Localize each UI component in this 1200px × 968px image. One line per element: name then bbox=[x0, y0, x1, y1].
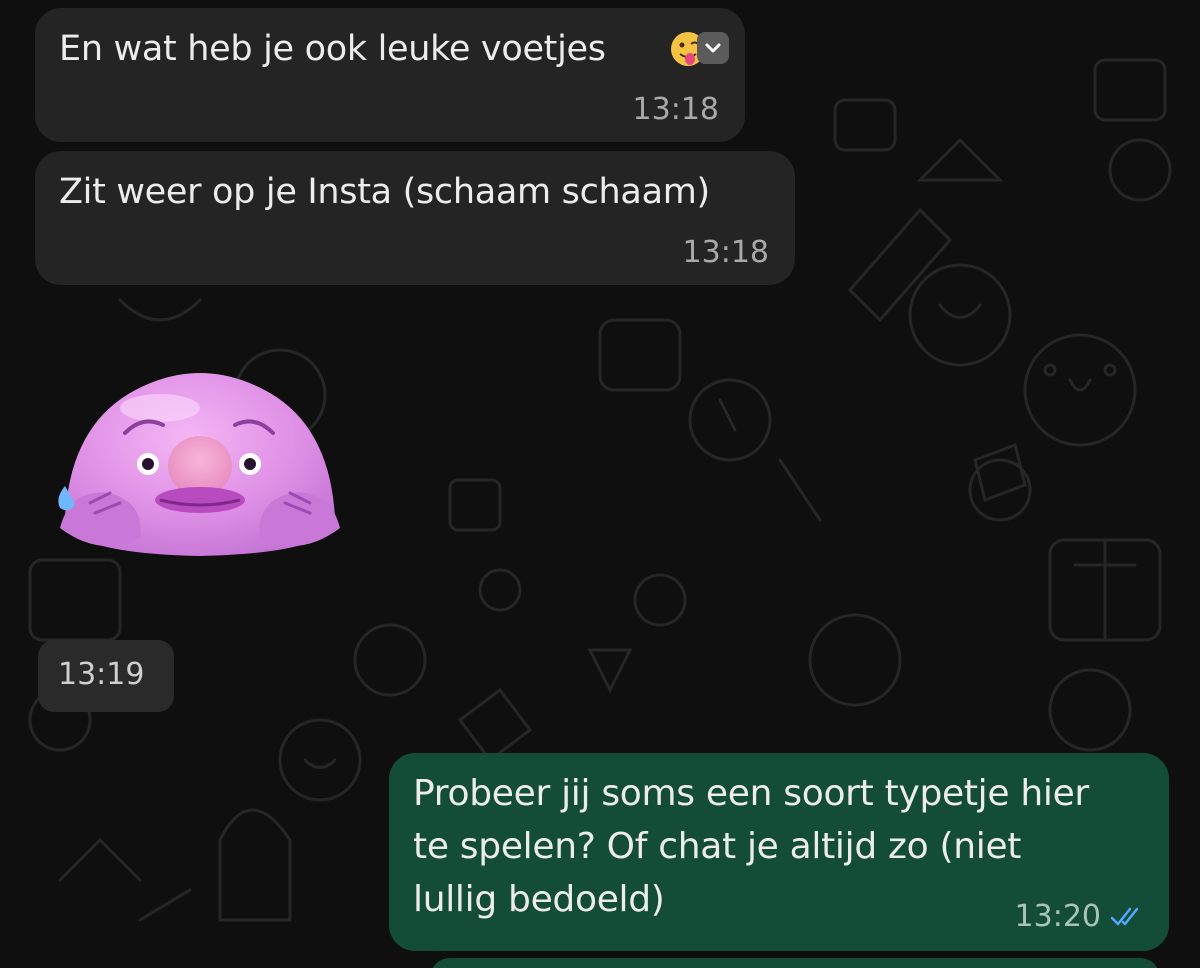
message-time: 13:19 bbox=[58, 657, 145, 692]
sticker-time-badge: 13:19 bbox=[38, 640, 174, 712]
double-check-icon bbox=[1110, 907, 1139, 926]
message-bubble-incoming[interactable]: En wat heb je ook leuke voetjes 13:18 bbox=[35, 8, 745, 142]
message-menu-button[interactable] bbox=[697, 32, 729, 64]
message-text-line: Probeer jij soms een soort typetje hier bbox=[413, 773, 1089, 814]
message-text: Zit weer op je Insta (schaam schaam) bbox=[59, 172, 710, 212]
message-bubble-outgoing-partial[interactable] bbox=[430, 958, 1160, 968]
blobfish-sticker[interactable] bbox=[50, 368, 350, 568]
chevron-down-icon bbox=[705, 43, 721, 53]
message-text-line: lullig bedoeld) bbox=[413, 879, 665, 920]
chat-area[interactable]: En wat heb je ook leuke voetjes 13:18 Zi… bbox=[0, 0, 1200, 968]
message-bubble-incoming[interactable]: Zit weer op je Insta (schaam schaam) 13:… bbox=[35, 151, 795, 285]
message-bubble-outgoing[interactable]: Probeer jij soms een soort typetje hier … bbox=[389, 753, 1169, 951]
message-time: 13:20 bbox=[1014, 899, 1101, 934]
message-text: En wat heb je ook leuke voetjes bbox=[59, 29, 606, 69]
message-time: 13:18 bbox=[632, 92, 719, 127]
message-text-line: te spelen? Of chat je altijd zo (niet bbox=[413, 826, 1022, 867]
message-time: 13:18 bbox=[682, 235, 769, 270]
